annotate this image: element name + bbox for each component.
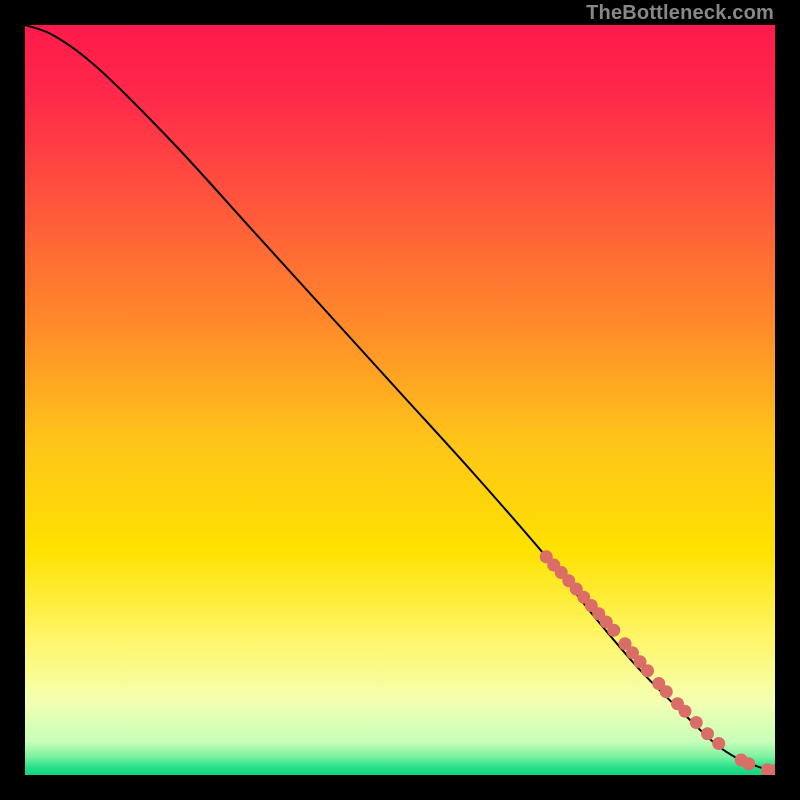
chart-stage: TheBottleneck.com xyxy=(0,0,800,800)
watermark-text: TheBottleneck.com xyxy=(586,2,774,25)
chart-marker xyxy=(701,727,714,740)
chart-marker xyxy=(690,716,703,729)
chart-marker xyxy=(712,737,725,750)
chart-marker xyxy=(679,705,692,718)
chart-svg xyxy=(25,25,775,775)
chart-marker xyxy=(660,685,673,698)
chart-marker xyxy=(742,757,755,770)
chart-plot-area xyxy=(25,25,775,775)
chart-marker xyxy=(641,664,654,677)
chart-marker xyxy=(607,624,620,637)
chart-background-gradient xyxy=(25,25,775,775)
